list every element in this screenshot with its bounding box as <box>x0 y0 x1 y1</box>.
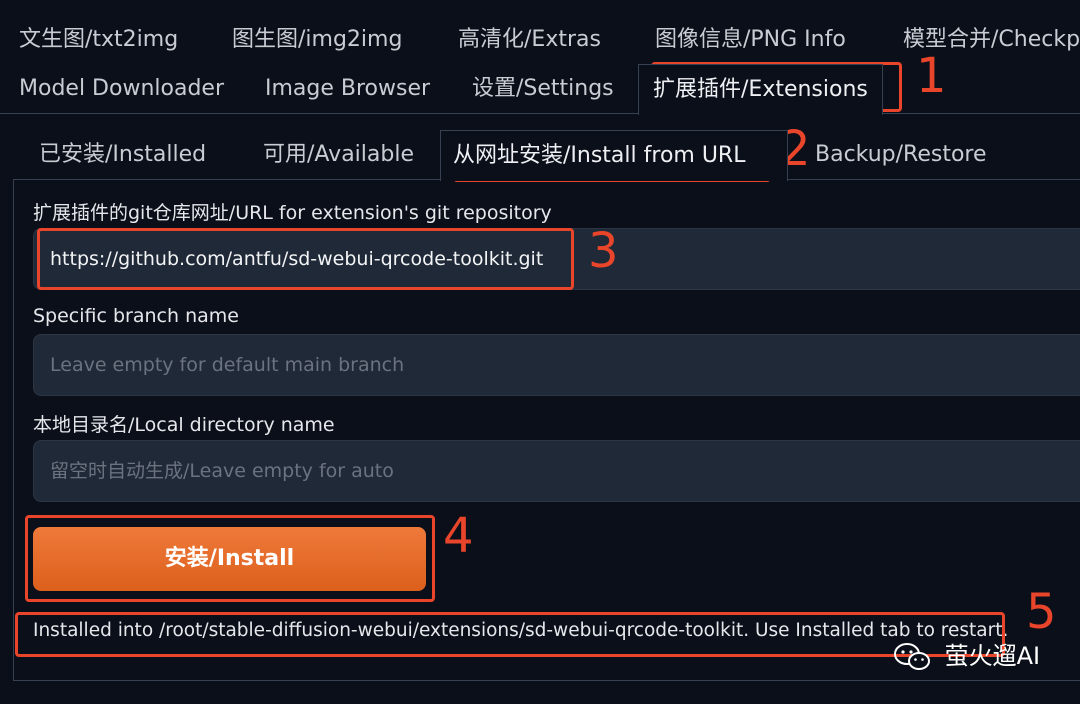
annotation-number-3: 3 <box>588 223 619 279</box>
watermark-text: 萤火遛AI <box>944 642 1041 670</box>
tab-installed[interactable]: 已安装/Installed <box>39 130 206 180</box>
directory-input[interactable]: 留空时自动生成/Leave empty for auto <box>33 440 1080 502</box>
tab-extensions[interactable]: 扩展插件/Extensions <box>638 64 883 115</box>
annotation-number-4: 4 <box>443 508 474 564</box>
annotation-box-5 <box>15 612 1005 657</box>
annotation-number-5: 5 <box>1026 584 1057 640</box>
tab-txt2img[interactable]: 文生图/txt2img <box>19 15 178 65</box>
tab-backup-restore[interactable]: Backup/Restore <box>815 130 987 180</box>
tab-png-info[interactable]: 图像信息/PNG Info <box>655 15 846 65</box>
tab-available[interactable]: 可用/Available <box>263 130 414 180</box>
tab-divider <box>0 113 1080 114</box>
branch-label: Specific branch name <box>33 305 239 327</box>
extension-tabs: 已安装/Installed 可用/Available 从网址安装/Install… <box>0 130 1080 181</box>
tab-install-from-url[interactable]: 从网址安装/Install from URL <box>440 130 788 181</box>
branch-input[interactable]: Leave empty for default main branch <box>33 334 1080 396</box>
annotation-box-3 <box>37 228 574 290</box>
tab-model-downloader[interactable]: Model Downloader <box>19 64 224 114</box>
annotation-box-4 <box>25 515 435 602</box>
annotation-number-1: 1 <box>916 48 947 104</box>
tab-extras[interactable]: 高清化/Extras <box>458 15 601 65</box>
directory-label: 本地目录名/Local directory name <box>33 414 335 436</box>
tab-settings[interactable]: 设置/Settings <box>472 64 614 114</box>
watermark: 萤火遛AI <box>893 638 1040 674</box>
wechat-icon <box>894 643 930 670</box>
tab-image-browser[interactable]: Image Browser <box>265 64 430 114</box>
url-label: 扩展插件的git仓库网址/URL for extension's git rep… <box>33 202 552 224</box>
tab-img2img[interactable]: 图生图/img2img <box>232 15 402 65</box>
